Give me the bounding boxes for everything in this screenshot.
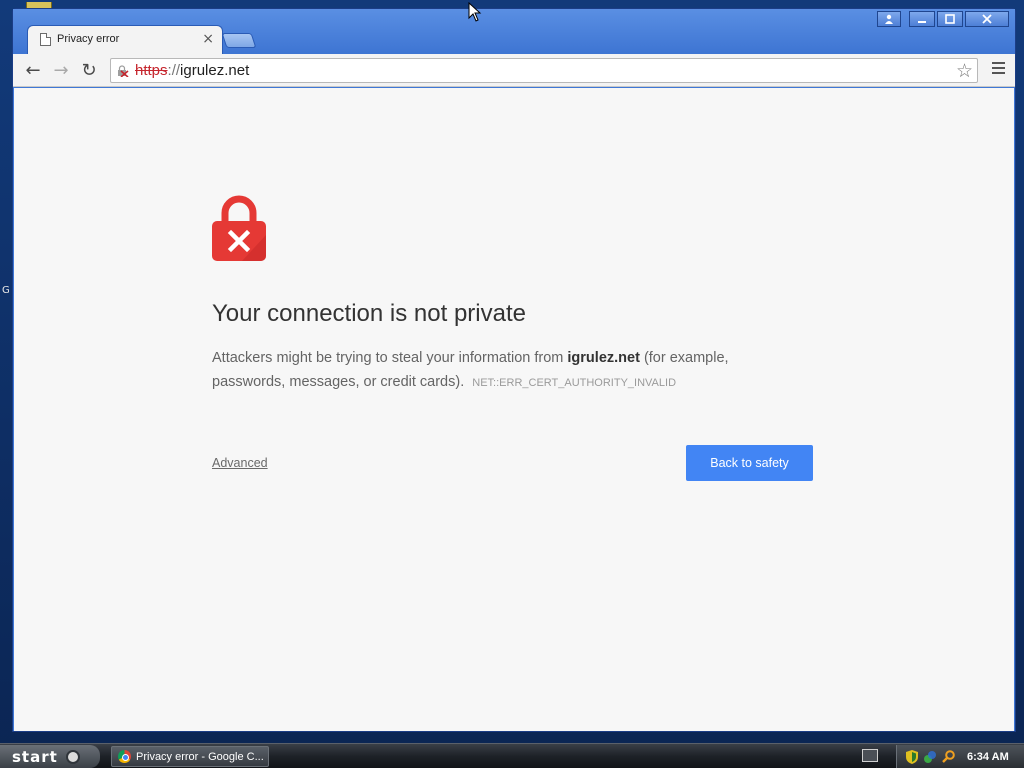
- user-icon: [885, 14, 893, 24]
- close-icon: [982, 14, 992, 24]
- insecure-lock-icon: [118, 65, 129, 77]
- desktop: G Privacy error × ← → ↻ https://igrulez.…: [0, 0, 1024, 768]
- url-scheme: https: [135, 62, 168, 79]
- advanced-link[interactable]: Advanced: [212, 456, 268, 470]
- tab-close-icon[interactable]: ×: [202, 31, 214, 47]
- page-icon: [40, 33, 51, 46]
- taskbar-item-label: Privacy error - Google C...: [136, 750, 264, 763]
- chrome-menu-button[interactable]: [992, 62, 1005, 74]
- taskbar: start Privacy error - Google C... 6:34 A…: [0, 743, 1024, 768]
- taskbar-item-chrome[interactable]: Privacy error - Google C...: [111, 746, 269, 767]
- url-separator: ://: [167, 62, 181, 79]
- forward-button[interactable]: →: [49, 58, 73, 82]
- minimize-icon: [918, 21, 926, 23]
- page-content: Your connection is not private Attackers…: [14, 88, 1014, 731]
- security-shield-icon[interactable]: [905, 749, 919, 764]
- clock: 6:34 AM: [967, 750, 1009, 763]
- reload-icon: ↻: [81, 59, 97, 81]
- warning-message: Attackers might be trying to steal your …: [212, 346, 792, 395]
- maximize-icon: [945, 14, 955, 24]
- browser-toolbar: ← → ↻ https://igrulez.net ☆: [13, 54, 1015, 87]
- url-host: igrulez.net: [180, 62, 250, 79]
- back-button[interactable]: ←: [21, 58, 45, 82]
- browser-window: Privacy error × ← → ↻ https://igrulez.ne…: [12, 8, 1016, 732]
- window-controls: [877, 11, 1009, 27]
- bookmark-star-icon[interactable]: ☆: [956, 60, 973, 82]
- network-icon[interactable]: [923, 750, 937, 764]
- back-arrow-icon: ←: [25, 59, 41, 81]
- red-lock-icon: [212, 195, 266, 261]
- title-bar: Privacy error ×: [13, 9, 1015, 55]
- error-code[interactable]: NET::ERR_CERT_AUTHORITY_INVALID: [472, 377, 676, 389]
- chrome-icon: [118, 750, 131, 763]
- minimize-button[interactable]: [909, 11, 935, 27]
- reload-button[interactable]: ↻: [77, 58, 101, 82]
- forward-arrow-icon: →: [53, 59, 69, 81]
- start-label: start: [12, 747, 58, 766]
- site-name: igrulez.net: [567, 350, 640, 366]
- address-bar[interactable]: https://igrulez.net ☆: [110, 58, 978, 83]
- new-tab-button[interactable]: [221, 33, 257, 48]
- keyboard-layout-icon[interactable]: [862, 749, 878, 762]
- back-to-safety-button[interactable]: Back to safety: [686, 445, 813, 481]
- page-title: Your connection is not private: [212, 300, 526, 327]
- system-tray: 6:34 AM: [896, 745, 1024, 768]
- tab-title: Privacy error: [57, 33, 120, 45]
- tab-privacy-error[interactable]: Privacy error ×: [27, 25, 223, 55]
- search-icon[interactable]: [941, 750, 955, 764]
- menu-line: [992, 62, 1005, 64]
- start-logo-icon: [65, 749, 80, 764]
- maximize-button[interactable]: [937, 11, 963, 27]
- message-prefix: Attackers might be trying to steal your …: [212, 350, 568, 366]
- close-window-button[interactable]: [965, 11, 1009, 27]
- menu-line: [992, 67, 1005, 69]
- menu-line: [992, 72, 1005, 74]
- desktop-side-label: G: [2, 285, 10, 296]
- start-button[interactable]: start: [0, 745, 100, 768]
- mouse-cursor-icon: [468, 2, 482, 22]
- profile-button[interactable]: [877, 11, 901, 27]
- url-text: https://igrulez.net: [135, 62, 249, 79]
